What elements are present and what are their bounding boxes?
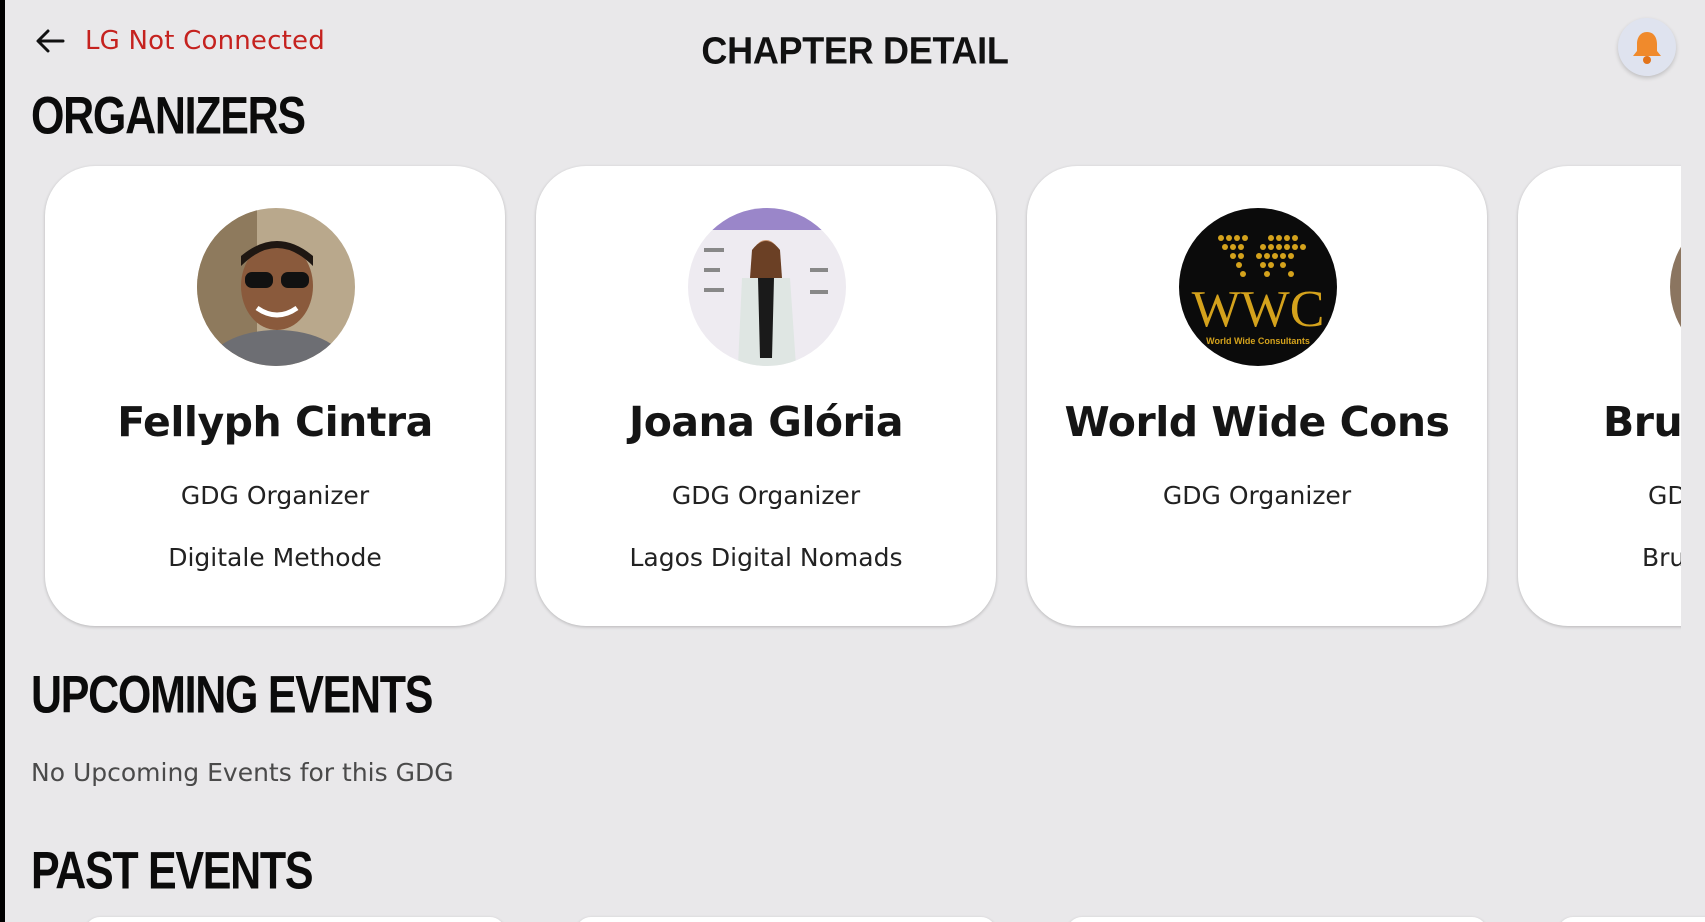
organizer-name: Bru (1603, 398, 1681, 446)
organizer-name: World Wide Cons (1064, 398, 1450, 446)
organizer-role: GDG Organizer (1162, 481, 1352, 510)
organizer-name: Joana Glória (628, 398, 904, 446)
organizer-card[interactable]: Joana Glória GDG Organizer Lagos Digital… (536, 166, 996, 626)
organizer-avatar (197, 208, 355, 366)
organizer-avatar: WWC World Wide Consultants (1179, 208, 1337, 366)
page-title: CHAPTER DETAIL (701, 28, 1009, 72)
past-events-heading: PAST EVENTS (31, 841, 314, 900)
organizer-role: GDG Organizer (180, 481, 370, 510)
organizers-heading: ORGANIZERS (31, 86, 306, 145)
organizers-carousel[interactable]: Fellyph Cintra GDG Organizer Digitale Me… (5, 163, 1681, 633)
wwc-logo: WWC World Wide Consultants (1179, 208, 1337, 366)
organizer-avatar (688, 208, 846, 366)
organizer-company: Lagos Digital Nomads (629, 543, 903, 572)
organizer-role: GD (1648, 481, 1681, 510)
organizer-card[interactable]: WWC World Wide Consultants World Wide Co… (1027, 166, 1487, 626)
organizer-card[interactable]: Bru GD Bru (1518, 166, 1681, 626)
no-upcoming-events-message: No Upcoming Events for this GDG (31, 758, 454, 787)
bell-icon (1633, 32, 1661, 64)
upcoming-events-heading: UPCOMING EVENTS (31, 665, 433, 724)
past-event-card[interactable] (85, 917, 505, 922)
organizer-company: Digitale Methode (168, 543, 382, 572)
svg-text:World Wide Consultants: World Wide Consultants (1206, 336, 1310, 346)
organizer-name: Fellyph Cintra (117, 398, 433, 446)
past-event-card[interactable] (576, 917, 996, 922)
notification-button[interactable] (1618, 18, 1676, 76)
past-event-card[interactable] (1558, 917, 1705, 922)
organizer-avatar (1670, 208, 1681, 366)
chapter-detail-screen: LG Not Connected CHAPTER DETAIL ORGANIZE… (5, 0, 1705, 922)
organizer-card[interactable]: Fellyph Cintra GDG Organizer Digitale Me… (45, 166, 505, 626)
organizer-company: Bru (1642, 543, 1681, 572)
past-event-card[interactable] (1067, 917, 1487, 922)
svg-text:WWC: WWC (1192, 281, 1325, 338)
organizer-role: GDG Organizer (671, 481, 861, 510)
